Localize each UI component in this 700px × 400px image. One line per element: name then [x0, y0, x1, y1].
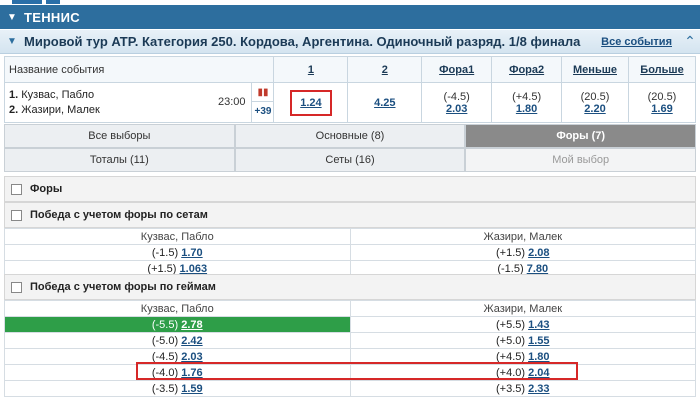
- event-time: 23:00: [217, 96, 246, 108]
- tab-all[interactable]: Все выборы: [4, 124, 235, 148]
- games-p1-option[interactable]: (-3.5) 1.59: [4, 380, 351, 397]
- player1-name: Кузвас, Пабло: [21, 88, 95, 101]
- odds-1-highlight: 1.24: [290, 89, 332, 116]
- more-markets-count[interactable]: +39: [252, 102, 273, 122]
- games-p2-option[interactable]: (+4.0) 2.04: [349, 364, 696, 381]
- odds-table: Название события 1 2 Фора1 Фора2 Меньше …: [3, 56, 697, 123]
- top-strip-mark: [46, 0, 60, 4]
- col-1[interactable]: 1: [273, 56, 349, 83]
- handicap2-cell[interactable]: (+4.5) 1.80: [491, 82, 563, 123]
- under-odds[interactable]: 2.20: [584, 103, 605, 115]
- odds-header-row: Название события 1 2 Фора1 Фора2 Меньше …: [3, 56, 697, 83]
- handicap1-odds[interactable]: 2.03: [446, 103, 467, 115]
- sets-p2-option[interactable]: (+1.5) 2.08: [349, 244, 696, 261]
- sets-handicap-table: Кузвас, Пабло Жазири, Малек (-1.5) 1.70 …: [4, 228, 696, 277]
- chevron-down-icon: ▼: [7, 11, 17, 23]
- market-tabs: Все выборы Основные (8) Форы (7) Тоталы …: [4, 124, 697, 172]
- player2-name: Жазири, Малек: [21, 103, 100, 116]
- event-header[interactable]: ▼ Мировой тур ATP. Категория 250. Кордов…: [0, 30, 700, 54]
- odds-1-cell[interactable]: 1.24: [273, 82, 349, 123]
- odds-2[interactable]: 4.25: [374, 97, 395, 109]
- sets-p1-option[interactable]: (-1.5) 1.70: [4, 244, 351, 261]
- games-p1-option[interactable]: (-4.0) 1.76: [4, 364, 351, 381]
- section-title: Форы: [30, 183, 63, 195]
- event-players[interactable]: 1. Кузвас, Пабло 2. Жазири, Малек 23:00: [3, 82, 253, 123]
- col-event-name: Название события: [3, 56, 275, 83]
- collapse-icon[interactable]: ⌃: [680, 33, 700, 50]
- tab-sets[interactable]: Сеты (16): [234, 148, 466, 172]
- games-p1-option-selected[interactable]: (-5.5) 2.78: [4, 316, 351, 333]
- games-p2-option[interactable]: (+5.0) 1.55: [349, 332, 696, 349]
- section-checkbox[interactable]: [11, 281, 22, 293]
- tab-my-choice[interactable]: Мой выбор: [465, 148, 697, 172]
- col-over[interactable]: Больше: [627, 56, 697, 83]
- event-row: 1. Кузвас, Пабло 2. Жазири, Малек 23:00 …: [3, 82, 697, 123]
- sport-header[interactable]: ▼ ТЕННИС: [0, 5, 700, 29]
- games-p1-option[interactable]: (-4.5) 2.03: [4, 348, 351, 365]
- section-title: Победа с учетом форы по геймам: [30, 281, 216, 293]
- table-row: (-5.0) 2.42 (+5.0) 1.55: [4, 332, 696, 349]
- section-handicaps[interactable]: Форы: [4, 176, 696, 202]
- stats-cell[interactable]: ▮▮ +39: [251, 82, 275, 123]
- under-cell[interactable]: (20.5) 2.20: [561, 82, 629, 123]
- stats-chart-icon[interactable]: ▮▮: [252, 84, 274, 102]
- table-row: (-3.5) 1.59 (+3.5) 2.33: [4, 380, 696, 397]
- games-handicap-table: Кузвас, Пабло Жазири, Малек (-5.5) 2.78 …: [4, 300, 696, 397]
- odds-2-cell[interactable]: 4.25: [347, 82, 423, 123]
- handicap2-odds[interactable]: 1.80: [516, 103, 537, 115]
- tab-main[interactable]: Основные (8): [234, 124, 466, 148]
- games-p1-option[interactable]: (-5.0) 2.42: [4, 332, 351, 349]
- section-checkbox[interactable]: [11, 209, 22, 221]
- sets-p1-header: Кузвас, Пабло: [4, 228, 351, 245]
- table-row: (-5.5) 2.78 (+5.5) 1.43: [4, 316, 696, 333]
- chevron-down-icon[interactable]: ▼: [0, 36, 24, 47]
- tab-totals[interactable]: Тоталы (11): [4, 148, 235, 172]
- event-title: Мировой тур ATP. Категория 250. Кордова,…: [24, 34, 581, 49]
- section-title: Победа с учетом форы по сетам: [30, 209, 208, 221]
- handicap1-cell[interactable]: (-4.5) 2.03: [421, 82, 493, 123]
- table-row: (-4.0) 1.76 (+4.0) 2.04: [4, 364, 696, 381]
- over-cell[interactable]: (20.5) 1.69: [627, 82, 697, 123]
- section-sets-handicap[interactable]: Победа с учетом форы по сетам: [4, 202, 696, 228]
- col-handicap1[interactable]: Фора1: [421, 56, 493, 83]
- games-p2-option[interactable]: (+5.5) 1.43: [349, 316, 696, 333]
- sport-title: ТЕННИС: [24, 9, 80, 25]
- games-p2-option[interactable]: (+3.5) 2.33: [349, 380, 696, 397]
- col-handicap2[interactable]: Фора2: [491, 56, 563, 83]
- col-2[interactable]: 2: [347, 56, 423, 83]
- section-games-handicap[interactable]: Победа с учетом форы по геймам: [4, 274, 696, 300]
- all-events-link[interactable]: Все события: [601, 36, 672, 48]
- games-p2-option[interactable]: (+4.5) 1.80: [349, 348, 696, 365]
- table-row: (-1.5) 1.70 (+1.5) 2.08: [4, 244, 696, 261]
- top-strip-mark: [12, 0, 42, 4]
- sets-p2-header: Жазири, Малек: [349, 228, 696, 245]
- odds-1[interactable]: 1.24: [300, 97, 321, 109]
- tab-handicaps[interactable]: Форы (7): [465, 124, 697, 148]
- table-row: (-4.5) 2.03 (+4.5) 1.80: [4, 348, 696, 365]
- over-odds[interactable]: 1.69: [651, 103, 672, 115]
- games-p2-header: Жазири, Малек: [349, 300, 696, 317]
- games-p1-header: Кузвас, Пабло: [4, 300, 351, 317]
- section-checkbox[interactable]: [11, 183, 22, 195]
- col-under[interactable]: Меньше: [561, 56, 629, 83]
